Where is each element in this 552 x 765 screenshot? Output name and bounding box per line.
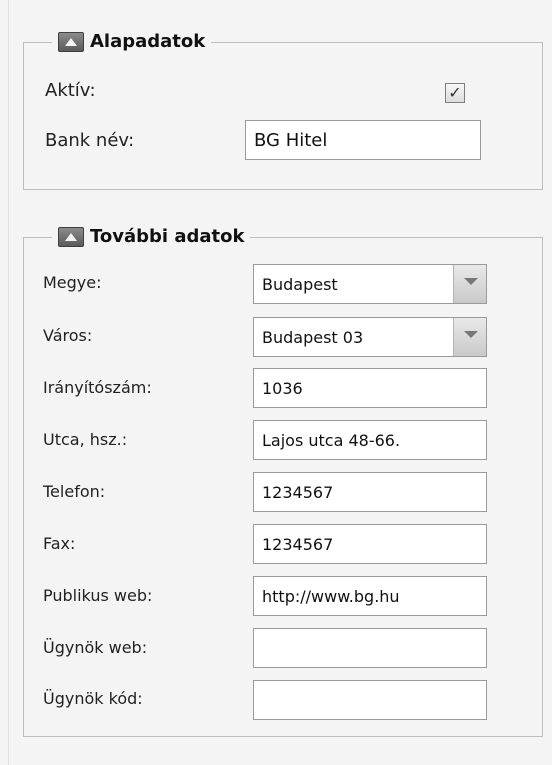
zip-field[interactable]: 1036 — [253, 368, 487, 408]
bank-name-label: Bank név: — [45, 130, 135, 151]
basic-data-title: Alapadatok — [90, 31, 206, 52]
check-icon: ✓ — [448, 83, 462, 102]
street-field[interactable]: Lajos utca 48-66. — [253, 420, 487, 460]
phone-label: Telefon: — [43, 482, 106, 501]
agent-code-label: Ügynök kód: — [43, 689, 143, 708]
public-web-field[interactable]: http://www.bg.hu — [253, 576, 487, 616]
city-select[interactable]: Budapest 03 — [253, 317, 487, 357]
collapse-up-icon[interactable] — [58, 227, 84, 247]
additional-data-legend: További adatok — [52, 227, 250, 247]
bank-name-field[interactable]: BG Hitel — [245, 120, 481, 160]
active-checkbox[interactable]: ✓ — [445, 83, 465, 103]
agent-code-field[interactable] — [253, 680, 487, 720]
active-label: Aktív: — [45, 80, 96, 101]
chevron-down-icon[interactable] — [453, 265, 486, 303]
county-select[interactable]: Budapest — [253, 264, 487, 304]
county-value: Budapest — [262, 274, 338, 294]
chevron-down-icon[interactable] — [453, 318, 486, 356]
form-panel: Alapadatok Aktív: ✓ Bank név: BG Hitel T… — [8, 0, 548, 765]
phone-field[interactable]: 1234567 — [253, 472, 487, 512]
county-label: Megye: — [43, 273, 102, 292]
zip-label: Irányítószám: — [43, 378, 152, 397]
fax-label: Fax: — [43, 534, 76, 553]
street-label: Utca, hsz.: — [43, 430, 128, 449]
basic-data-legend: Alapadatok — [52, 32, 211, 52]
additional-data-title: További adatok — [90, 226, 245, 247]
fax-field[interactable]: 1234567 — [253, 524, 487, 564]
basic-data-section: Alapadatok — [23, 32, 543, 190]
agent-web-label: Ügynök web: — [43, 638, 148, 657]
city-label: Város: — [43, 326, 93, 345]
city-value: Budapest 03 — [262, 327, 364, 347]
collapse-up-icon[interactable] — [58, 32, 84, 52]
agent-web-field[interactable] — [253, 628, 487, 668]
public-web-label: Publikus web: — [43, 586, 153, 605]
